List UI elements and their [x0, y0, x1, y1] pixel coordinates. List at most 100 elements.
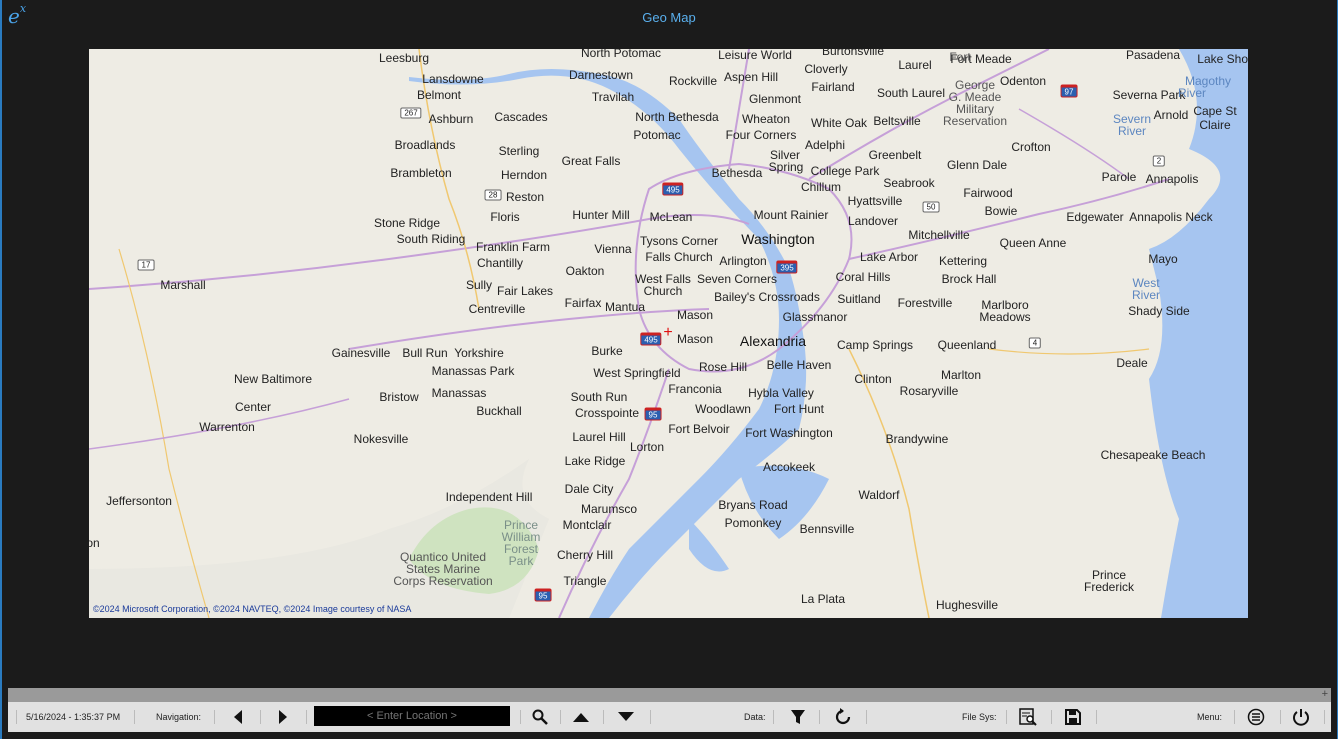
map-place-label: Great Falls: [561, 154, 621, 168]
map-place-label: Waldorf: [858, 488, 900, 502]
map-place-label: Edgewater: [1066, 210, 1124, 224]
map-place-label: Marshall: [160, 278, 206, 292]
map-place-label: Center: [234, 400, 272, 414]
refresh-icon: [835, 708, 851, 725]
map-place-label: Woodlawn: [695, 402, 751, 416]
nav-back-button[interactable]: [227, 707, 249, 727]
map-place-label: Chantilly: [476, 256, 524, 270]
zoom-in-button[interactable]: [570, 707, 592, 727]
toolbar-separator: [1096, 710, 1097, 724]
map-place-label: Dale City: [564, 482, 614, 496]
map-place-label: Independent Hill: [445, 490, 533, 504]
expand-toolbar-button[interactable]: +: [1322, 688, 1328, 700]
map-place-label: Four Corners: [725, 128, 797, 142]
map-view[interactable]: Leesburg North Potomac Leisure World Burton…: [89, 49, 1248, 618]
map-place-label: La Plata: [800, 592, 846, 606]
map-place-label: Adelphi: [804, 138, 846, 152]
map-place-label: Marumsco: [580, 502, 638, 516]
search-button[interactable]: [529, 707, 551, 727]
map-place-label: Franconia: [668, 382, 722, 396]
map-place-label: Centreville: [468, 302, 526, 316]
map-place-label: Coral Hills: [835, 270, 891, 284]
map-place-label: Warrenton: [199, 420, 255, 434]
route-shield: 267: [400, 107, 422, 119]
map-place-label: Hunter Mill: [572, 208, 630, 222]
map-place-label: Montclair: [562, 518, 612, 532]
map-place-label: Fort Washington: [745, 426, 833, 440]
map-place-label: Fort: [949, 50, 971, 64]
map-place-label: Cherry Hill: [556, 548, 614, 562]
map-place-label: Glassmanor: [782, 310, 848, 324]
map-place-label: Arnold: [1153, 108, 1189, 122]
road-route4: [988, 348, 1150, 355]
map-place-label: Herndon: [500, 168, 548, 182]
map-place-label: Bull Run: [402, 346, 448, 360]
map-place-label: River: [1131, 288, 1161, 302]
map-place-label: Belle Haven: [766, 358, 832, 372]
map-place-label: Tysons Corner: [639, 234, 719, 248]
map-place-label: Beltsville: [873, 114, 921, 128]
map-place-label: Suitland: [837, 292, 881, 306]
save-icon: [1065, 709, 1081, 725]
map-place-label: Glenn Dale: [946, 158, 1008, 172]
filter-button[interactable]: [787, 707, 809, 727]
toolbar-separator: [560, 710, 561, 724]
toolbar-separator: [134, 710, 135, 724]
map-place-label: Lorton: [629, 440, 665, 454]
map-place-label: Chesapeake Beach: [1100, 448, 1206, 462]
page-title: Geo Map: [642, 10, 696, 25]
map-place-label: Sully: [465, 278, 493, 292]
map-place-label: Frederick: [1083, 580, 1135, 594]
map-place-label: Cloverly: [804, 62, 848, 76]
map-place-label: Rosaryville: [899, 384, 959, 398]
map-place-label: McLean: [649, 210, 693, 224]
map-place-label: Clinton: [854, 372, 892, 386]
toolbar-separator: [520, 710, 521, 724]
toolbar-collapse-strip: +: [8, 688, 1331, 702]
map-place-label: Wheaton: [741, 112, 791, 126]
triangle-up-icon: [573, 713, 589, 722]
zoom-out-button[interactable]: [615, 707, 637, 727]
map-place-label: Lansdowne: [422, 72, 484, 86]
location-input[interactable]: [314, 706, 510, 726]
map-place-label: Parole: [1101, 170, 1137, 184]
map-place-label: Fairfax: [564, 296, 602, 310]
route-shield: 28: [484, 189, 502, 201]
map-place-label: Camp Springs: [836, 338, 914, 352]
map-place-label: Spring: [768, 160, 804, 174]
map-place-label: Lake Shore: [1197, 52, 1248, 66]
map-place-label: Glenmont: [748, 92, 802, 106]
map-place-label: on: [89, 536, 100, 550]
power-button[interactable]: [1290, 707, 1312, 727]
menu-button[interactable]: [1245, 707, 1267, 727]
triangle-right-icon: [279, 710, 287, 724]
route-shield: 2: [1152, 155, 1166, 167]
map-place-label: North Bethesda: [635, 110, 719, 124]
route-shield: 97: [1060, 84, 1078, 98]
map-place-label: Landover: [847, 214, 899, 228]
map-place-label: Bryans Road: [718, 498, 788, 512]
power-icon: [1293, 709, 1309, 726]
map-place-label: Pomonkey: [724, 516, 782, 530]
file-search-icon: [1019, 708, 1037, 726]
map-place-label: Accokeek: [762, 460, 816, 474]
map-place-label: Marlton: [940, 368, 982, 382]
nav-forward-button[interactable]: [272, 707, 294, 727]
map-place-label: Burke: [591, 344, 623, 358]
map-place-label: Arlington: [719, 254, 767, 268]
map-place-label: Mayo: [1148, 252, 1178, 266]
map-place-label: Annapolis: [1145, 172, 1199, 186]
map-place-label: Hyattsville: [847, 194, 903, 208]
triangle-down-icon: [618, 712, 634, 721]
map-place-label: Manassas: [431, 386, 487, 400]
map-center-crosshair: +: [663, 324, 673, 341]
map-place-label: Broadlands: [394, 138, 456, 152]
map-copyright: ©2024 Microsoft Corporation, ©2024 NAVTE…: [93, 604, 412, 614]
map-place-label: Meadows: [979, 310, 1031, 324]
refresh-button[interactable]: [832, 707, 854, 727]
save-button[interactable]: [1062, 707, 1084, 727]
file-browse-button[interactable]: [1017, 707, 1039, 727]
map-place-label: Yorkshire: [454, 346, 504, 360]
toolbar-separator: [1234, 710, 1235, 724]
map-place-label: College Park: [810, 164, 880, 178]
